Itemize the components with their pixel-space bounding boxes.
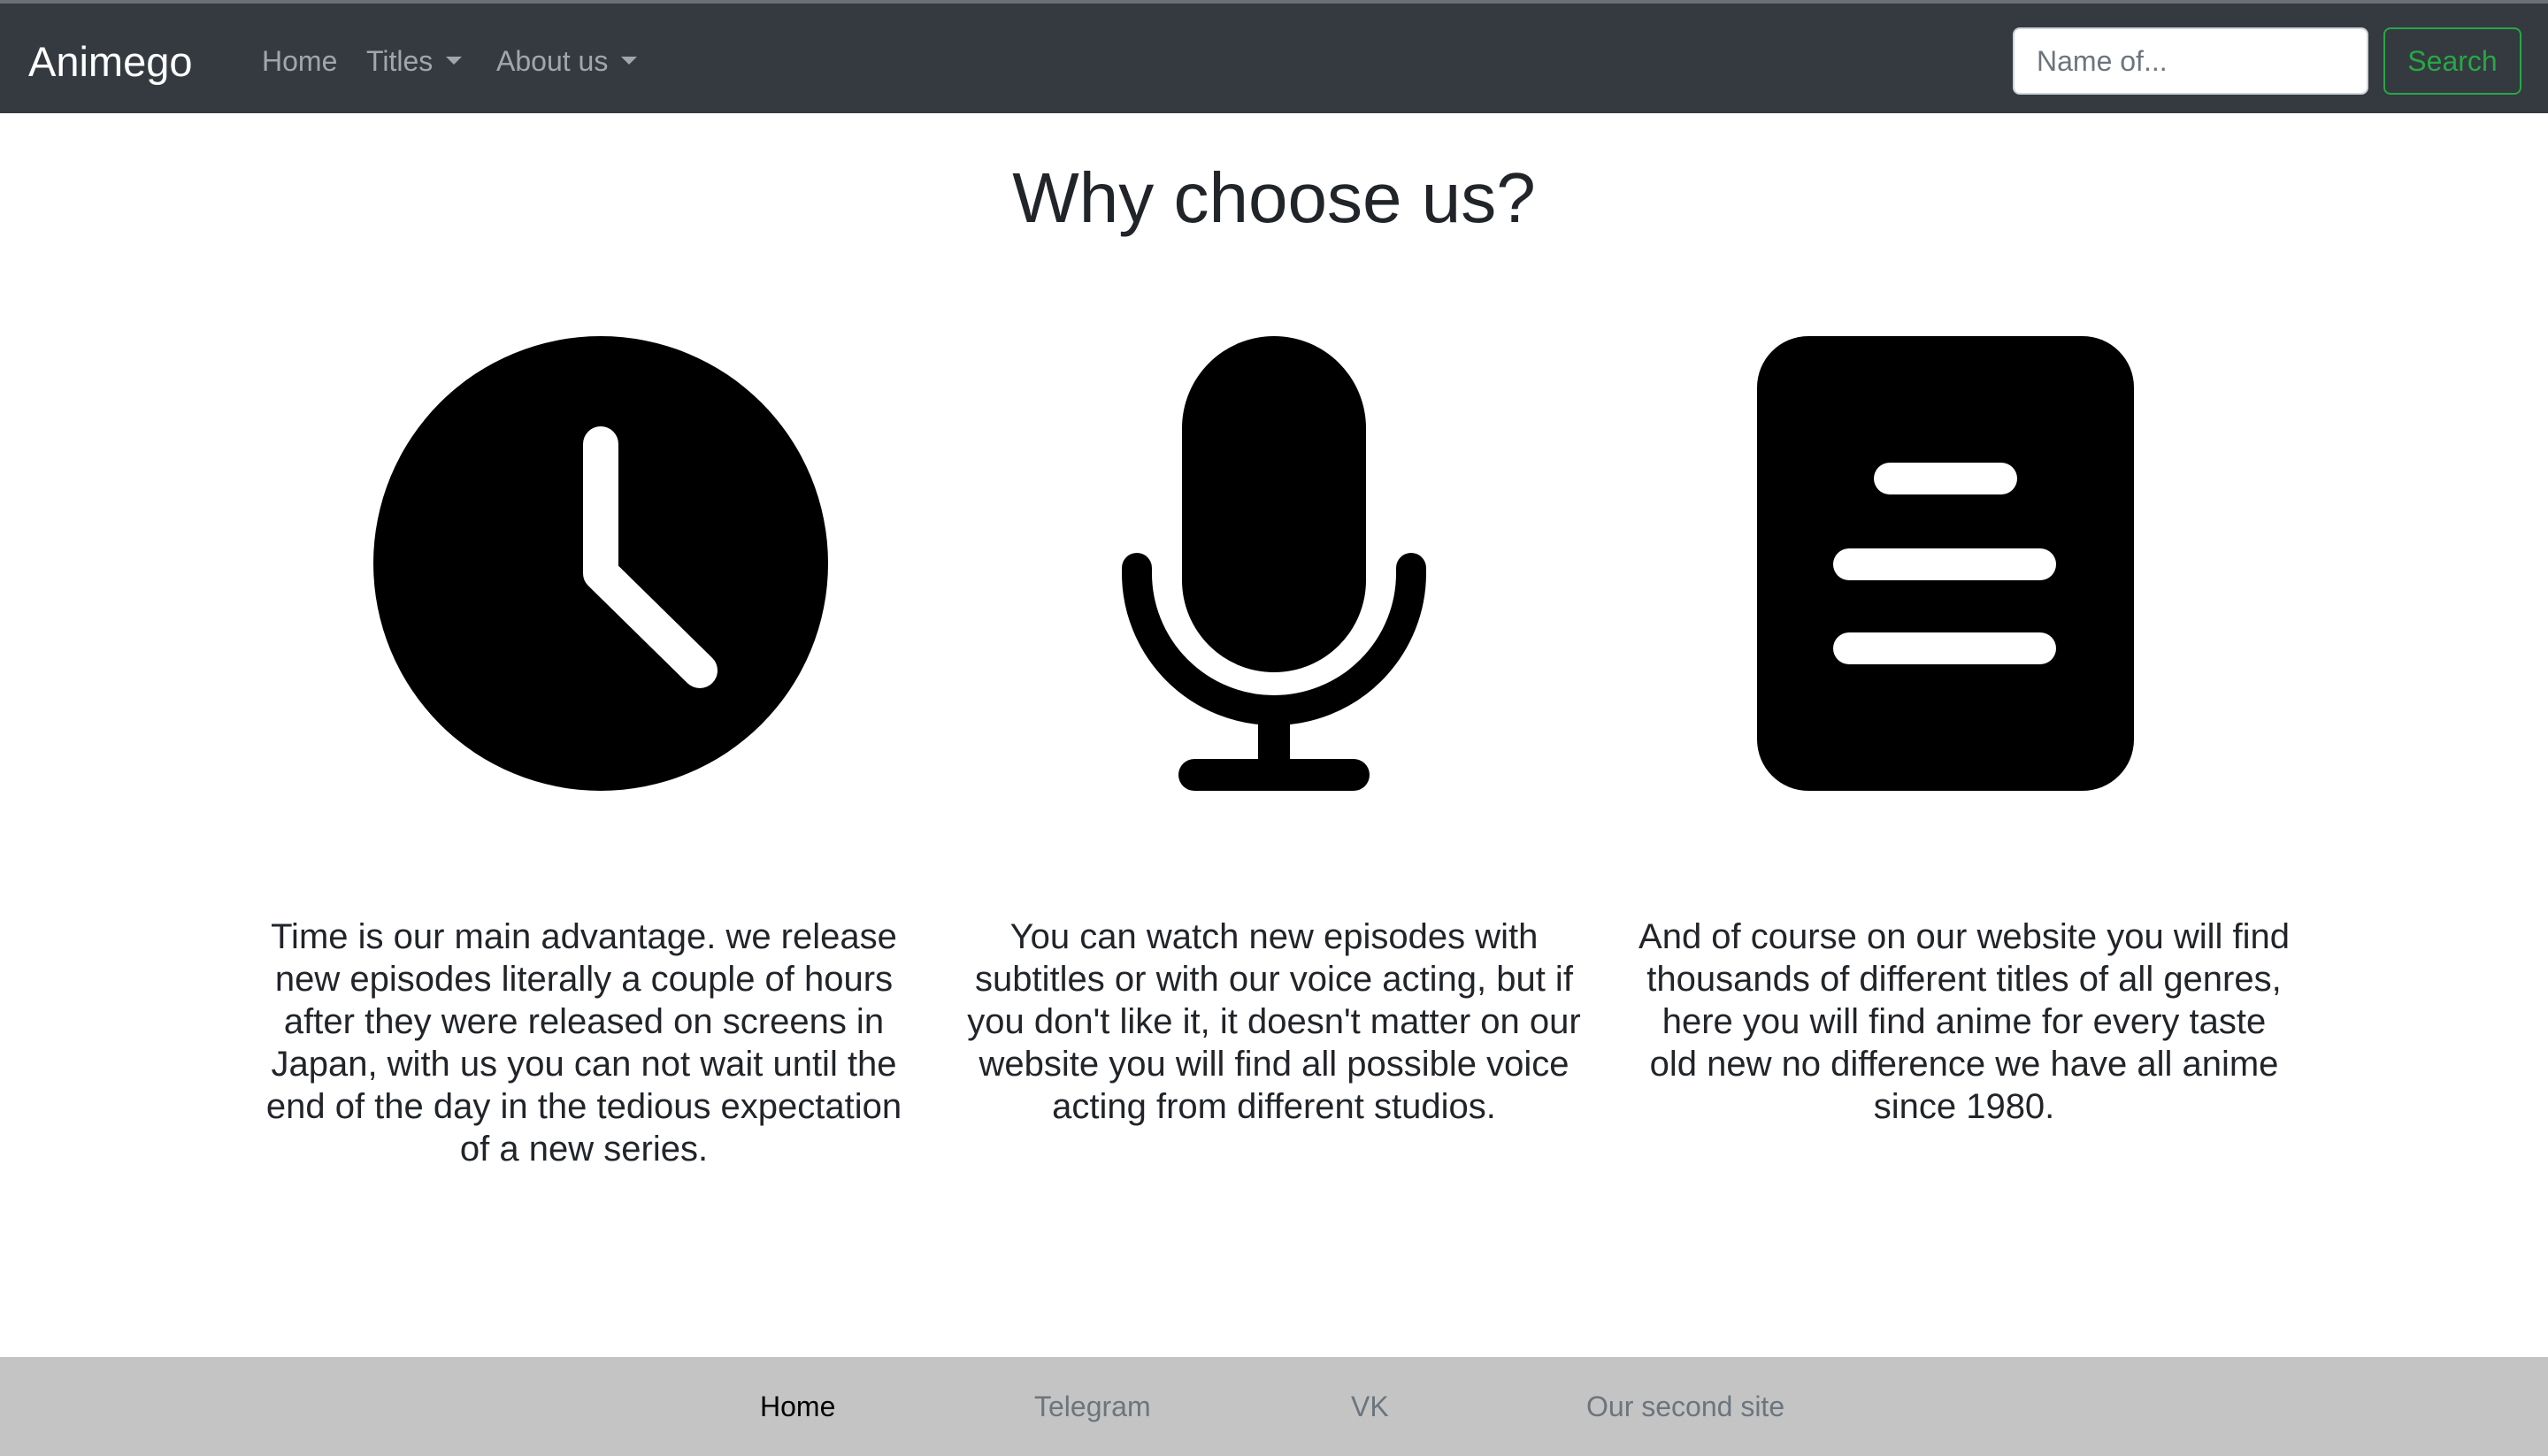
nav-link-home-label: Home (262, 45, 338, 77)
nav-dropdown-about-us[interactable]: About us (496, 39, 638, 83)
footer-link-home[interactable]: Home (760, 1385, 835, 1428)
page-title: Why choose us? (1012, 158, 1536, 237)
footer-link-telegram[interactable]: Telegram (1034, 1385, 1151, 1428)
nav-dropdown-titles-label: Titles (366, 45, 434, 77)
feature-text-titles: And of course on our website you will fi… (1639, 917, 2290, 1126)
footer-link-vk[interactable]: VK (1351, 1385, 1389, 1428)
nav-link-home[interactable]: Home (262, 39, 337, 83)
footer-link-second-site[interactable]: Our second site (1586, 1385, 1784, 1428)
footer: Home Telegram VK Our second site (0, 1357, 2548, 1456)
caret-down-icon (446, 57, 463, 65)
feature-text-voice-acting: You can watch new episodes with subtitle… (967, 917, 1581, 1126)
clock-icon (373, 336, 828, 791)
feature-text-time: Time is our main advantage. we release n… (265, 917, 902, 1169)
nav-dropdown-titles[interactable]: Titles (366, 39, 463, 83)
nav-dropdown-about-us-label: About us (496, 45, 609, 77)
top-navbar: Animego Home Titles About us Search (0, 4, 2548, 113)
search-input[interactable] (2013, 27, 2368, 95)
search-button[interactable]: Search (2383, 27, 2521, 95)
brand-logo-link[interactable]: Animego (28, 28, 193, 96)
document-icon (1757, 336, 2134, 791)
caret-down-icon (621, 57, 638, 65)
microphone-icon (1122, 336, 1426, 791)
